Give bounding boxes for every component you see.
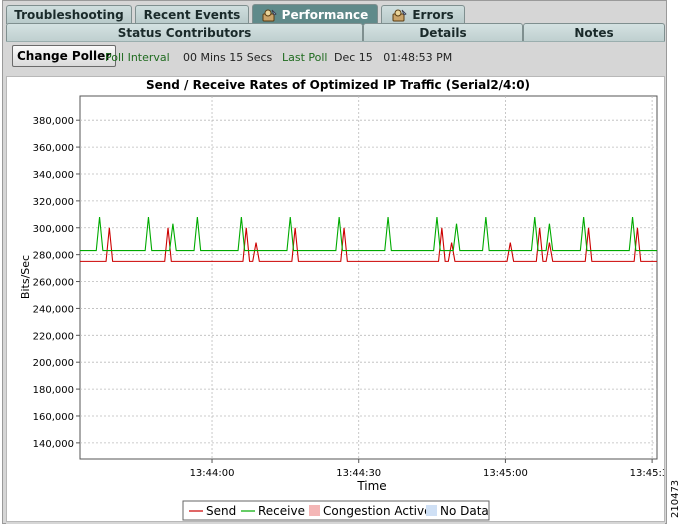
change-poller-button[interactable]: Change Poller [12,45,117,67]
chart-title: Send / Receive Rates of Optimized IP Tra… [146,78,530,92]
legend-receive: Receive [258,504,305,518]
plot-area [79,95,658,460]
y-tick-label: 220,000 [33,331,74,342]
y-tick-label: 300,000 [33,224,74,235]
last-poll-value: Dec 15 01:48:53 PM [334,51,453,64]
y-tick-label: 240,000 [33,304,74,315]
x-tick-label: 13:45:00 [483,468,528,479]
tab-label: Errors [412,8,454,22]
poll-interval-label: Poll Interval [105,51,170,64]
x-tick-label: 13:45:30 [630,468,664,479]
x-tick-label: 13:44:30 [336,468,381,479]
legend-congestion-swatch [309,505,320,516]
tab-label: Performance [281,8,369,22]
tab-notes[interactable]: Notes [523,23,665,41]
y-tick-label: 140,000 [33,439,74,450]
last-poll-label: Last Poll [282,51,328,64]
figure-number-text: 210473 [670,480,681,518]
y-tick-label: 360,000 [33,143,74,154]
tab-label: Status Contributors [117,25,252,40]
x-axis-ticks: 13:44:00 13:44:30 13:45:00 13:45:30 [190,459,675,479]
legend-send: Send [206,504,236,518]
tab-label: Notes [574,25,614,40]
performance-icon [262,9,277,22]
y-tick-label: 260,000 [33,278,74,289]
y-tick-label: 280,000 [33,251,74,262]
rates-chart: Send / Receive Rates of Optimized IP Tra… [19,78,675,521]
tab-errors[interactable]: Errors [381,5,465,24]
y-tick-label: 320,000 [33,197,74,208]
legend-nodata: No Data [440,504,489,518]
x-tick-label: 13:44:00 [190,468,235,479]
x-axis-label: Time [356,479,386,493]
tab-details[interactable]: Details [363,23,523,41]
figure-number: 210473 [670,480,681,518]
errors-icon [392,9,408,22]
y-tick-label: 340,000 [33,170,74,181]
performance-panel: Change Poller Poll Interval 00 Mins 15 S… [6,41,675,524]
legend-nodata-swatch [426,505,437,516]
tab-label: Details [419,25,467,40]
y-tick-label: 180,000 [33,385,74,396]
tab-recent-events[interactable]: Recent Events [135,5,249,24]
performance-window: Troubleshooting Recent Events Performanc… [2,0,675,524]
chart-panel: Send / Receive Rates of Optimized IP Tra… [6,76,675,522]
tab-status-contributors[interactable]: Status Contributors [6,23,363,41]
tab-label: Recent Events [143,8,241,22]
y-axis-ticks: 140,000 160,000 180,000 200,000 220,000 240,0… [33,116,80,450]
tab-label: Troubleshooting [14,8,124,22]
legend-congestion: Congestion Active [323,504,432,518]
legend: Send Receive Congestion Active No Data [182,500,490,521]
y-tick-label: 160,000 [33,412,74,423]
y-tick-label: 380,000 [33,116,74,127]
y-tick-label: 200,000 [33,358,74,369]
poll-interval-value: 00 Mins 15 Secs [183,51,273,64]
tab-troubleshooting[interactable]: Troubleshooting [6,5,132,24]
y-axis-label: Bits/Sec [19,255,32,299]
tab-performance[interactable]: Performance [252,4,378,25]
